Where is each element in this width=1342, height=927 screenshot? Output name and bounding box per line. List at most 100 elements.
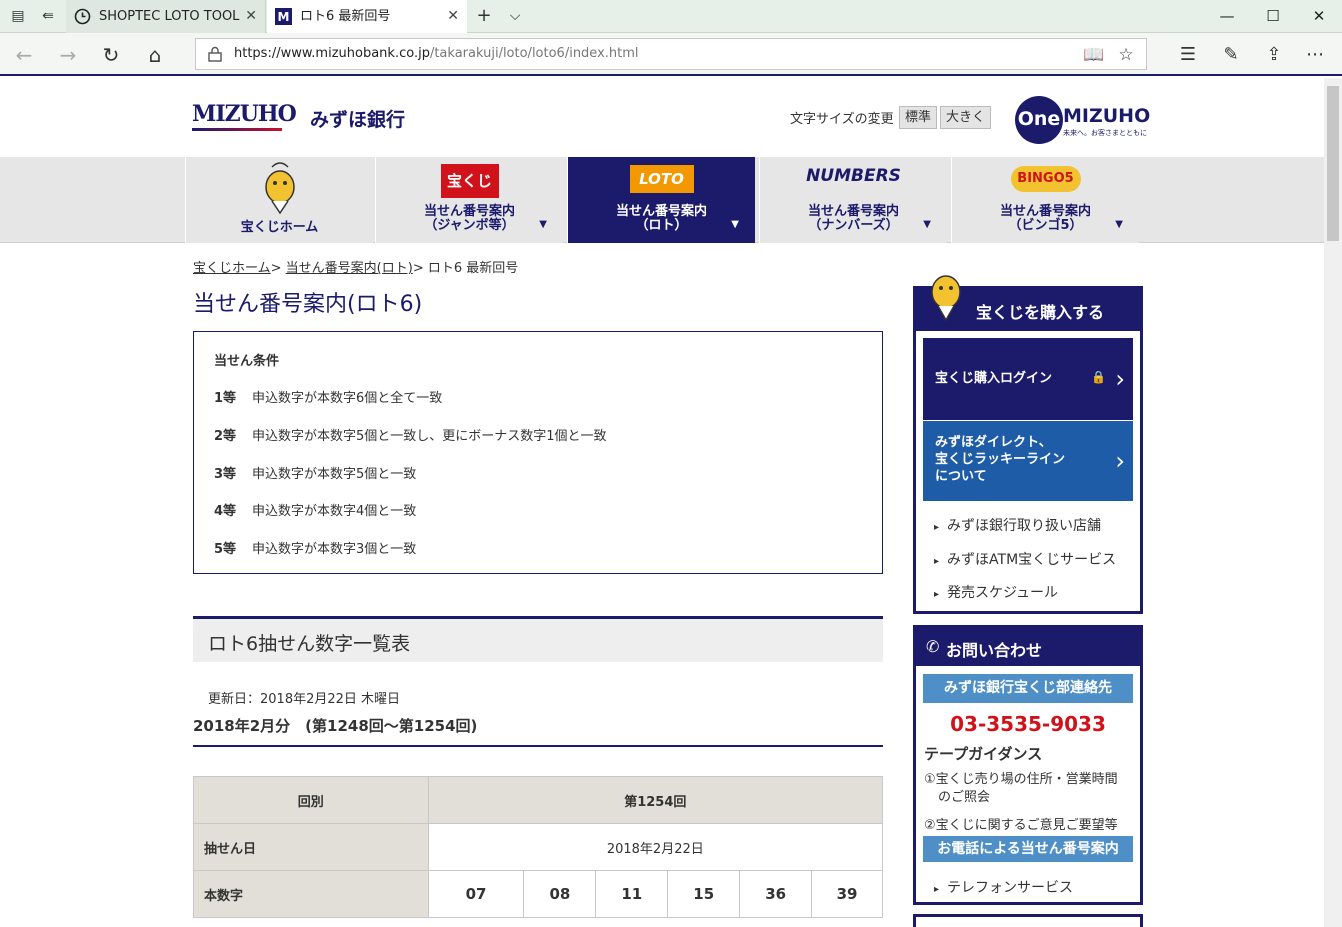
nav-bingo5[interactable]: BINGO5 当せん番号案内 （ビンゴ5） ▼ [951, 157, 1139, 243]
logo-underline [192, 128, 282, 131]
condition-row: 1等 申込数字が本数字6個と全て一致 [214, 391, 443, 406]
round-value: 第1254回 [427, 776, 884, 824]
favorites-hub-icon[interactable]: ☰ [1175, 43, 1201, 67]
whale-mascot-icon [264, 162, 295, 215]
bingo5-logo: BINGO5 [1010, 166, 1081, 192]
breadcrumb-home-link[interactable]: 宝くじホーム [193, 261, 271, 276]
tab-loto6[interactable]: M ロト6 最新回号 ✕ [267, 0, 467, 33]
maximize-button[interactable]: ☐ [1250, 0, 1296, 33]
lock-icon: 🔒 [1091, 370, 1106, 384]
refresh-button[interactable]: ↻ [97, 41, 125, 69]
loto-logo: LOTO [629, 165, 694, 193]
nav-label: 当せん番号案内 [999, 204, 1091, 219]
main-number: 39 [811, 870, 883, 918]
takarakuji-login-button[interactable]: 宝くじ購入ログイン 🔒 › [923, 338, 1133, 420]
main-number: 08 [523, 870, 597, 918]
web-page: MIZUHO みずほ銀行 文字サイズの変更 標準 大きく One MIZUHO … [0, 78, 1324, 927]
breadcrumb-loto-link[interactable]: 当せん番号案内(ロト) [286, 261, 413, 276]
tab-close-icon[interactable]: ✕ [245, 0, 257, 33]
web-note-pen-icon[interactable]: ✎ [1218, 43, 1244, 67]
vertical-scrollbar[interactable] [1324, 78, 1342, 927]
page-title: 当せん番号案内(ロト6) [193, 292, 423, 317]
table-row: 本数字 07 08 11 15 36 39 [193, 870, 883, 918]
font-size-normal-button[interactable]: 標準 [899, 106, 938, 129]
caret-down-icon: ▼ [539, 219, 547, 230]
back-button[interactable]: ← [10, 41, 38, 69]
conditions-heading: 当せん条件 [214, 354, 280, 369]
new-tab-button[interactable]: + [474, 6, 494, 26]
tape-guidance-heading: テープガイダンス [924, 745, 1043, 763]
browser-tab-bar: ▤ ⇚ SHOPTEC LOTO TOOL ✕ M ロト6 最新回号 ✕ + ⌵… [0, 0, 1342, 33]
tab-shoptec[interactable]: SHOPTEC LOTO TOOL ✕ [66, 0, 266, 33]
sidebar-next-box [913, 914, 1143, 927]
home-button[interactable]: ⌂ [141, 41, 169, 69]
one-mizuho-text: MIZUHO [1063, 105, 1151, 127]
tab-title: ロト6 最新回号 [300, 9, 391, 24]
close-window-button[interactable]: ✕ [1296, 0, 1342, 33]
one-mizuho-logo[interactable]: One [1015, 96, 1063, 144]
mizuho-m-icon: M [275, 8, 292, 25]
branch-list-link[interactable]: みずほ銀行取り扱い店舗 [934, 515, 1101, 535]
month-heading: 2018年2月分 (第1248回～第1254回) [193, 715, 883, 747]
chevron-right-icon: › [1115, 365, 1125, 393]
condition-row: 5等 申込数字が本数字3個と一致 [214, 542, 417, 557]
caret-down-icon: ▼ [1115, 219, 1123, 230]
sales-schedule-link[interactable]: 発売スケジュール [934, 582, 1058, 602]
bank-name[interactable]: みずほ銀行 [310, 105, 405, 132]
lock-icon [208, 46, 222, 62]
main-number: 36 [739, 870, 813, 918]
forward-button[interactable]: → [54, 41, 82, 69]
reading-view-icon[interactable]: 📖 [1082, 43, 1106, 67]
nav-label-sub: （ジャンボ等） [424, 218, 515, 233]
condition-row: 4等 申込数字が本数字4個と一致 [214, 504, 417, 519]
scrollbar-thumb[interactable] [1327, 86, 1339, 241]
round-label: 回別 [193, 776, 429, 824]
url-field[interactable]: https://www.mizuhobank.co.jp/takarakuji/… [195, 38, 1147, 70]
nav-loto[interactable]: LOTO 当せん番号案内 （ロト） ▼ [567, 157, 755, 243]
more-menu-icon[interactable]: ⋯ [1302, 43, 1328, 67]
nav-numbers[interactable]: NUMBERS 当せん番号案内 （ナンバーズ） ▼ [759, 157, 947, 243]
main-number: 07 [427, 870, 525, 918]
contact-title-bar: ✆ お問い合わせ [916, 628, 1140, 666]
table-row: 抽せん日 2018年2月22日 [193, 823, 884, 871]
mizuho-direct-lucky-line-button[interactable]: みずほダイレクト、 宝くじラッキーライン について › [923, 421, 1133, 501]
numbers-logo: NUMBERS [806, 166, 901, 186]
nav-label-sub: （ロト） [635, 218, 688, 233]
nav-label: 当せん番号案内 [615, 204, 707, 219]
buy-title-bar: 宝くじを購入する [916, 265, 1140, 331]
favorite-star-icon[interactable]: ☆ [1114, 43, 1138, 67]
tape-guidance-item: ①宝くじ売り場の住所・営業時間 [924, 772, 1118, 787]
nav-label: 当せん番号案内 [423, 204, 515, 219]
breadcrumb-current: ロト6 最新回号 [427, 261, 519, 276]
address-toolbar: ← → ↻ ⌂ https://www.mizuhobank.co.jp/tak… [0, 33, 1342, 76]
tab-list-chevron-icon[interactable]: ⌵ [505, 6, 525, 26]
nav-jumbo[interactable]: 宝くじ 当せん番号案内 （ジャンボ等） ▼ [375, 157, 563, 243]
buy-takarakuji-box: 宝くじを購入する 宝くじ購入ログイン 🔒 › みずほダイレクト、 宝くじラッキー… [913, 265, 1143, 614]
date-label: 抽せん日 [193, 823, 429, 871]
minimize-button[interactable]: — [1204, 0, 1250, 33]
updated-date: 更新日：2018年2月22日 木曜日 [208, 692, 401, 707]
phone-result-label: お電話による当せん番号案内 [923, 836, 1133, 862]
contact-dept-label: みずほ銀行宝くじ部連絡先 [923, 674, 1133, 703]
mizuho-logo[interactable]: MIZUHO [192, 101, 297, 127]
nav-takarakuji-home[interactable]: 宝くじホーム [185, 157, 373, 243]
caret-down-icon: ▼ [731, 219, 739, 230]
chevron-right-icon: › [1115, 447, 1125, 475]
condition-row: 3等 申込数字が本数字5個と一致 [214, 467, 417, 482]
nav-label-sub: （ビンゴ5） [1008, 218, 1083, 233]
tape-guidance-item: ②宝くじに関するご意見ご要望等 [924, 818, 1118, 833]
url-text: https://www.mizuhobank.co.jp/takarakuji/… [234, 46, 639, 61]
contact-title: お問い合わせ [946, 641, 1043, 660]
telephone-service-link[interactable]: テレフォンサービス [934, 877, 1073, 897]
tab-close-icon[interactable]: ✕ [447, 0, 459, 33]
share-icon[interactable]: ⇪ [1261, 43, 1287, 67]
phone-number[interactable]: 03-3535-9033 [916, 712, 1140, 736]
atm-service-link[interactable]: みずほATM宝くじサービス [934, 549, 1116, 569]
font-size-large-button[interactable]: 大きく [940, 106, 992, 129]
font-size-label: 文字サイズの変更 [790, 112, 894, 127]
tab-preview-icon[interactable]: ▤ [8, 6, 28, 26]
date-value: 2018年2月22日 [427, 823, 884, 871]
condition-row: 2等 申込数字が本数字5個と一致し、更にボーナス数字1個と一致 [214, 429, 607, 444]
contact-box: ✆ お問い合わせ みずほ銀行宝くじ部連絡先 03-3535-9033 テープガイ… [913, 625, 1143, 905]
set-aside-tabs-icon[interactable]: ⇚ [38, 6, 58, 26]
